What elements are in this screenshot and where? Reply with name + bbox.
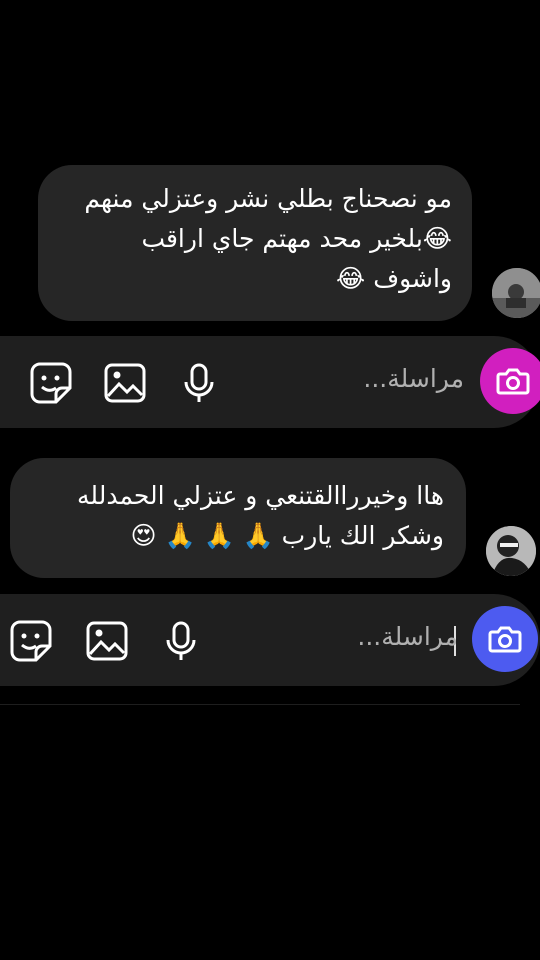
gallery-icon[interactable] [102, 360, 148, 406]
microphone-icon[interactable] [176, 360, 222, 406]
sticker-icon[interactable] [28, 360, 74, 406]
message-text-line: هاا وخيرراالقتنعي و عتزلي الحمدلله [77, 481, 444, 510]
message-text-line: واشوف 😂 [336, 264, 452, 293]
divider [0, 704, 520, 705]
message-bubble[interactable]: مو نصحناج بطلي نشر وعتزلي منهم 😂بلخير مح… [38, 165, 472, 321]
message-input[interactable]: مراسلة... [363, 364, 464, 393]
gallery-icon[interactable] [84, 618, 130, 664]
message-text-line: 😂بلخير محد مهتم جاي اراقب [141, 224, 452, 253]
message-text-line: وشكر الك يارب 🙏 🙏 🙏 😍 [130, 521, 444, 550]
camera-button[interactable] [480, 348, 540, 414]
message-text-line: مو نصحناج بطلي نشر وعتزلي منهم [84, 184, 452, 213]
camera-icon [496, 368, 530, 395]
message-input[interactable]: مراسلة... [357, 622, 458, 651]
camera-button[interactable] [472, 606, 538, 672]
message-composer: مراسلة... [0, 336, 540, 428]
camera-icon [488, 626, 522, 653]
avatar[interactable] [492, 268, 540, 318]
microphone-icon[interactable] [158, 618, 204, 664]
avatar[interactable] [486, 526, 536, 576]
avatar-image [492, 268, 540, 318]
message-bubble[interactable]: هاا وخيرراالقتنعي و عتزلي الحمدلله وشكر … [10, 458, 466, 578]
message-composer: مراسلة... [0, 594, 540, 686]
sticker-icon[interactable] [8, 618, 54, 664]
avatar-image [486, 526, 536, 576]
